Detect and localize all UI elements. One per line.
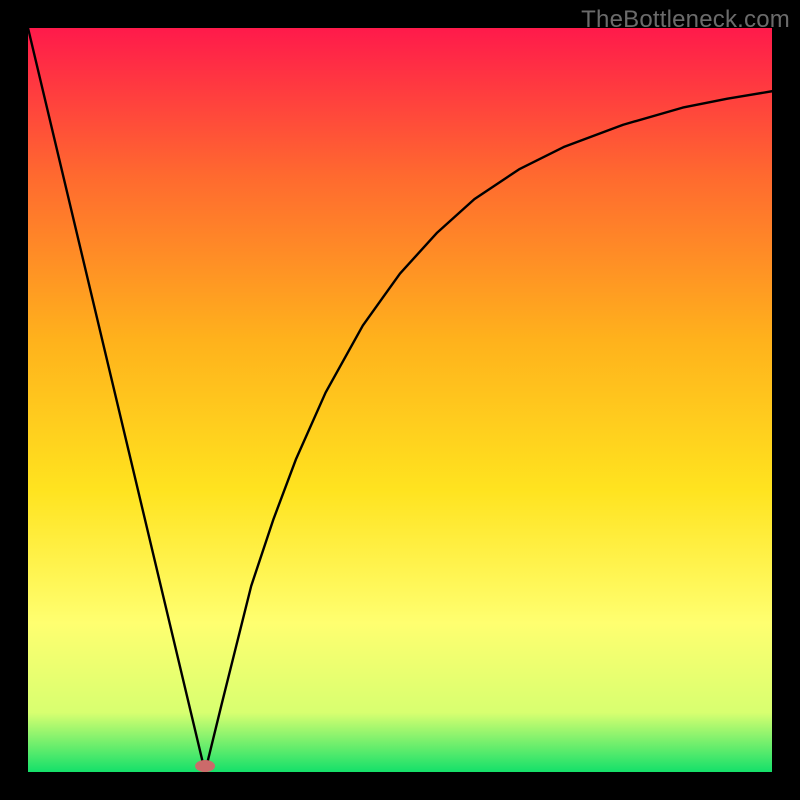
watermark-text: TheBottleneck.com <box>581 6 790 34</box>
chart-frame <box>28 28 772 772</box>
chart-svg <box>28 28 772 772</box>
chart-background <box>28 28 772 772</box>
vertex-marker <box>195 760 215 772</box>
